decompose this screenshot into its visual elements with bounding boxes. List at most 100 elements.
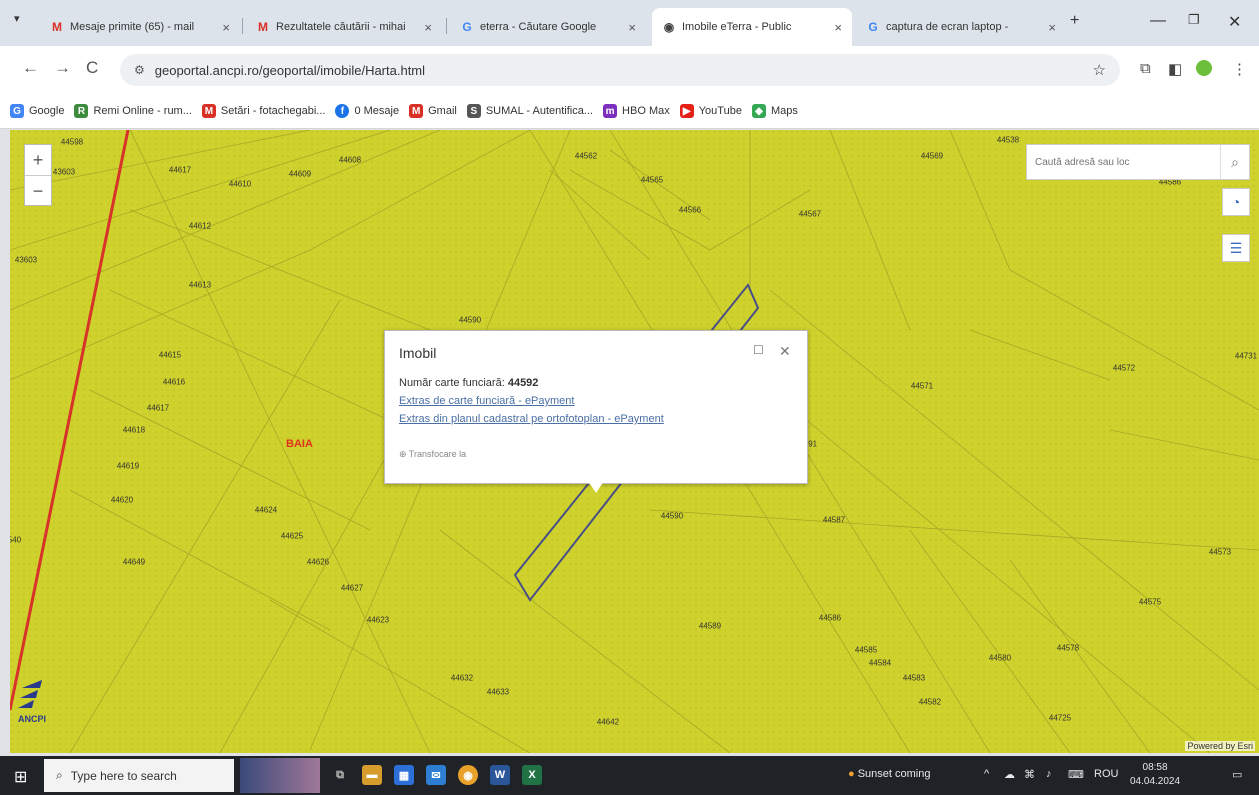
chrome-icon[interactable]: ◉ [458, 765, 478, 785]
parcel-label: 44582 [918, 697, 942, 707]
sidepanel-icon[interactable]: ◧ [1168, 60, 1182, 78]
close-icon[interactable]: ✕ [779, 343, 791, 360]
close-icon[interactable]: × [834, 20, 842, 35]
close-window-button[interactable]: ✕ [1228, 12, 1241, 32]
tab-google-captura[interactable]: G captura de ecran laptop - × [856, 8, 1066, 46]
bookmark-star-icon[interactable]: ☆ [1093, 61, 1106, 79]
map-search: ⌕ [1026, 144, 1250, 180]
zoom-to-button[interactable]: ⊕ Transfocare la [399, 449, 466, 460]
task-view-icon[interactable]: ⧉ [330, 765, 350, 785]
start-icon[interactable]: ⊞ [14, 767, 27, 787]
tray-chevron-icon[interactable]: ^ [984, 768, 989, 780]
network-icon[interactable]: ⌘ [1024, 768, 1035, 781]
zoom-out-button[interactable]: − [25, 176, 51, 206]
taskbar-search[interactable]: ⌕ Type here to search [44, 759, 234, 792]
parcel-label: 44642 [596, 717, 620, 727]
bookmark-remi[interactable]: R Remi Online - rum... [74, 104, 192, 118]
notifications-icon[interactable]: ▭ [1232, 768, 1242, 781]
layer-list-icon[interactable]: ☰ [1222, 234, 1250, 262]
locality-label: BAIA [286, 438, 313, 450]
parcel-label: 44590 [458, 315, 482, 325]
zoom-in-button[interactable]: + [25, 145, 51, 176]
bookmark-sumal[interactable]: S SUMAL - Autentifica... [466, 104, 593, 118]
forward-icon[interactable]: → [54, 58, 71, 78]
menu-icon[interactable]: ⋮ [1232, 60, 1247, 78]
reload-icon[interactable]: C [86, 58, 98, 78]
parcel-label: 44538 [996, 135, 1020, 145]
globe-icon: S [466, 104, 481, 118]
profile-avatar[interactable] [1196, 60, 1212, 76]
site-info-icon[interactable]: ⚙ [134, 63, 145, 77]
dock-icon[interactable]: ☐ [753, 343, 764, 357]
zoom-to-icon: ⊕ [399, 449, 407, 459]
google-icon: G [868, 20, 878, 34]
bookmark-hbomax[interactable]: m HBO Max [603, 104, 670, 118]
bookmark-setari[interactable]: M Setări - fotachegabi... [201, 104, 325, 118]
map-attribution[interactable]: Powered by Esri [1185, 741, 1255, 751]
facebook-icon: f [335, 104, 350, 118]
tab-google-eterra[interactable]: G eterra - Căutare Google × [450, 8, 646, 46]
parcel-label: 44573 [1208, 547, 1232, 557]
cf-line: Număr carte funciară: 44592 [399, 377, 538, 389]
close-icon[interactable]: × [424, 20, 432, 35]
youtube-icon: ▶ [679, 104, 694, 118]
gmail-icon: M [201, 104, 216, 118]
tab-gmail-inbox[interactable]: M Mesaje primite (65) - mail × [40, 8, 240, 46]
zoom-control: + − [24, 144, 52, 206]
store-icon[interactable]: ▦ [394, 765, 414, 785]
parcel-label: 44575 [1138, 597, 1162, 607]
parcel-label: 44612 [188, 221, 212, 231]
parcel-label: 44590 [660, 511, 684, 521]
onedrive-icon[interactable]: ☁ [1004, 768, 1015, 781]
volume-icon[interactable]: ♪ [1046, 768, 1052, 780]
address-bar[interactable]: ⚙ geoportal.ancpi.ro/geoportal/imobile/H… [120, 54, 1120, 86]
google-icon: G [462, 20, 472, 34]
word-icon[interactable]: W [490, 765, 510, 785]
close-icon[interactable]: × [628, 20, 636, 35]
cf-value: 44592 [507, 377, 539, 389]
parcel-label: 44609 [288, 169, 312, 179]
maximize-button[interactable]: ❐ [1188, 12, 1200, 28]
weather-widget[interactable]: ● Sunset coming [848, 768, 930, 780]
map-search-input[interactable] [1027, 155, 1220, 169]
excel-icon[interactable]: X [522, 765, 542, 785]
language-indicator[interactable]: ROU [1094, 768, 1118, 780]
basemap-icon[interactable]: ◔ [1222, 188, 1250, 216]
bookmark-google[interactable]: G Google [10, 104, 64, 118]
ancpi-logo: ANCPI [16, 680, 56, 740]
bookmark-gmail[interactable]: M Gmail [409, 104, 457, 118]
google-icon: G [10, 104, 24, 118]
clock[interactable]: 08:58 04.04.2024 [1130, 761, 1180, 789]
extras-cf-link[interactable]: Extras de carte funciară - ePayment [399, 395, 574, 407]
cadastral-map[interactable]: 44598 44617 44610 44609 44608 44562 44565 44566… [10, 130, 1259, 753]
parcel-label: 44610 [228, 179, 252, 189]
keyboard-icon[interactable]: ⌨ [1068, 768, 1084, 781]
tab-gmail-search[interactable]: M Rezultatele căutării - mihai × [246, 8, 442, 46]
minimize-button[interactable]: — [1150, 12, 1166, 30]
close-icon[interactable]: × [222, 20, 230, 35]
mail-icon[interactable]: ✉ [426, 765, 446, 785]
parcel-label: 44619 [116, 461, 140, 471]
new-tab-button[interactable]: + [1070, 12, 1079, 30]
back-icon[interactable]: ← [22, 58, 39, 78]
search-highlight-image [240, 758, 320, 793]
extras-plan-link[interactable]: Extras din planul cadastral pe ortofotop… [399, 413, 664, 425]
parcel-label: 44649 [122, 557, 146, 567]
parcel-label: 44624 [254, 505, 278, 515]
file-explorer-icon[interactable]: ▬ [362, 765, 382, 785]
parcel-label: 44569 [920, 151, 944, 161]
gmail-icon: M [52, 20, 62, 34]
tab-imobile-eterra[interactable]: ◉ Imobile eTerra - Public × [652, 8, 852, 46]
parcel-label: 44623 [366, 615, 390, 625]
search-icon[interactable]: ⌕ [1220, 145, 1249, 179]
imobil-popup: Imobil ☐ ✕ Număr carte funciară: 44592 E… [384, 330, 808, 484]
bookmark-youtube[interactable]: ▶ YouTube [679, 104, 742, 118]
cf-label: Număr carte funciară: [399, 377, 505, 389]
bookmark-maps[interactable]: ◆ Maps [751, 104, 798, 118]
tab-search-icon[interactable]: ▾ [14, 12, 20, 25]
parcel-label: 44580 [988, 653, 1012, 663]
close-icon[interactable]: × [1048, 20, 1056, 35]
parcel-label: 44625 [280, 531, 304, 541]
bookmark-facebook[interactable]: f0 Mesaje [335, 104, 399, 118]
extensions-icon[interactable]: ⧉ [1140, 60, 1151, 77]
